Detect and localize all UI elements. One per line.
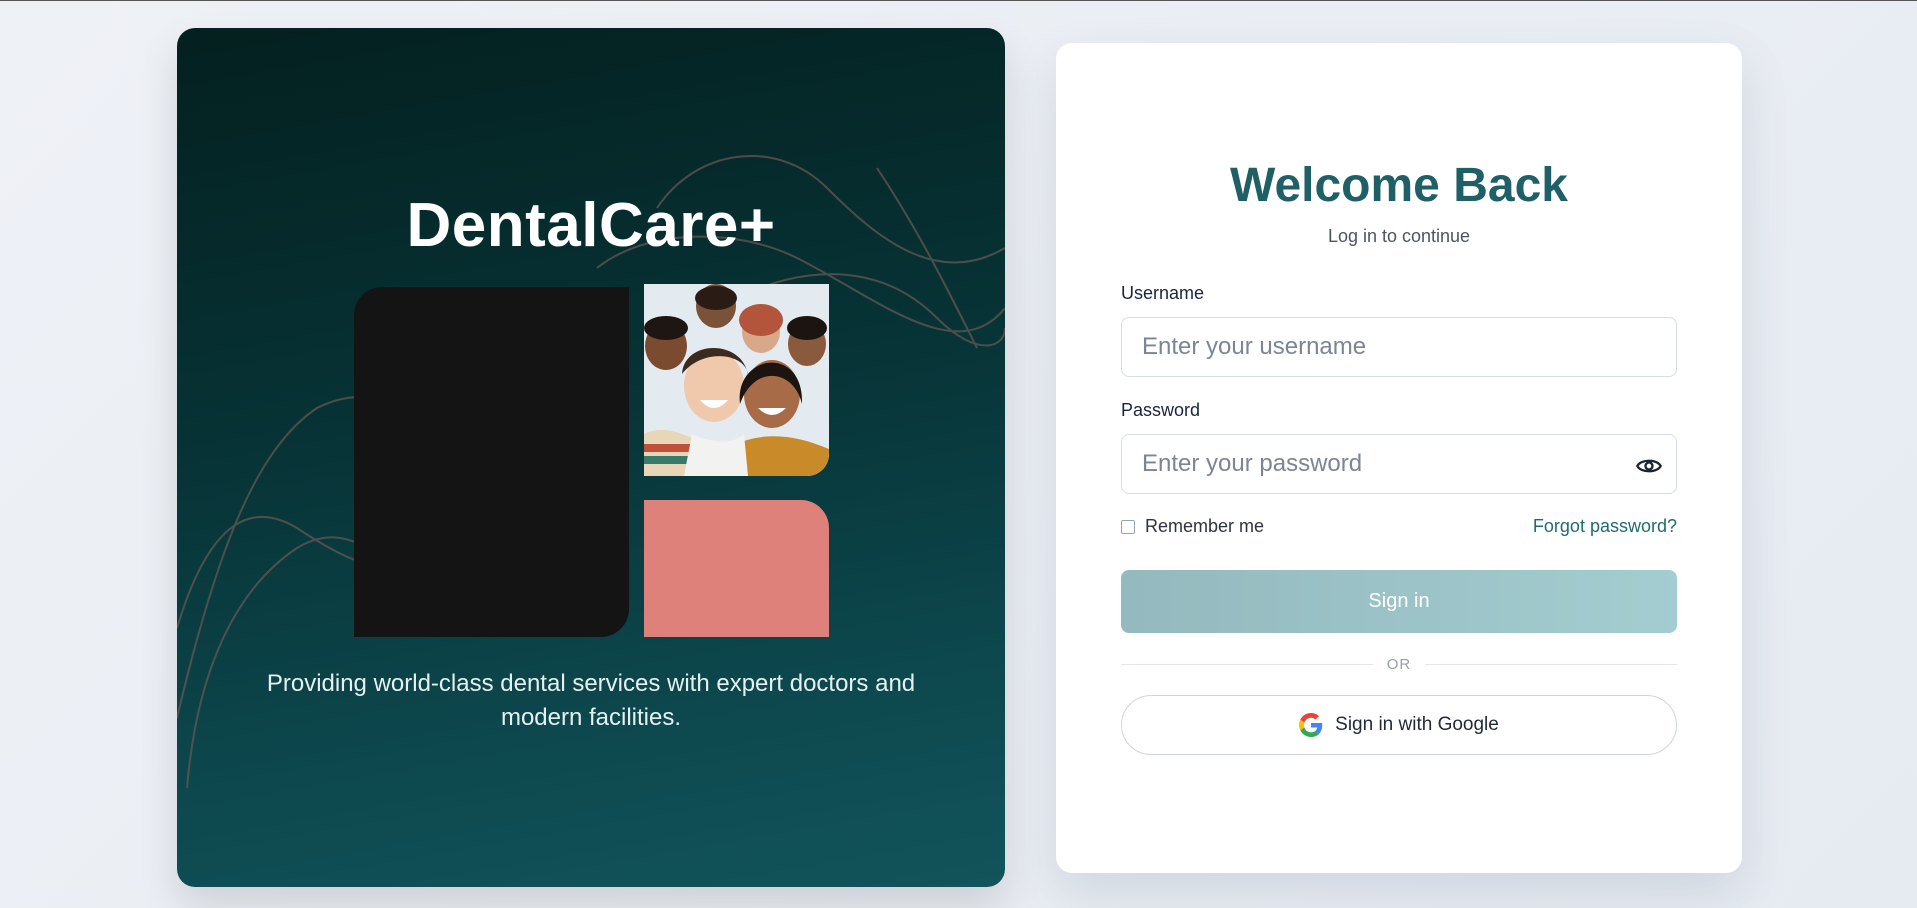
divider-label: OR bbox=[1386, 655, 1412, 673]
group-photo-illustration bbox=[644, 284, 829, 476]
sign-in-button[interactable]: Sign in bbox=[1121, 570, 1677, 633]
google-sign-in-button[interactable]: Sign in with Google bbox=[1121, 695, 1677, 755]
username-input[interactable] bbox=[1121, 317, 1677, 377]
username-label: Username bbox=[1121, 283, 1205, 303]
hero-panel: DentalCare+ Providing world-class dental… bbox=[177, 28, 1005, 887]
google-icon bbox=[1299, 713, 1323, 737]
forgot-password-link[interactable]: Forgot password? bbox=[1533, 516, 1677, 537]
hero-tagline: Providing world-class dental services wi… bbox=[266, 670, 916, 731]
checkbox-box[interactable] bbox=[1121, 519, 1135, 534]
login-subtitle: Log in to continue bbox=[1327, 226, 1471, 246]
login-title: Welcome Back bbox=[1230, 159, 1568, 212]
password-input[interactable] bbox=[1121, 434, 1677, 494]
eye-icon[interactable] bbox=[1635, 452, 1663, 480]
brand-title: DentalCare+ bbox=[406, 191, 776, 260]
remember-me-label: Remember me bbox=[1145, 516, 1265, 536]
divider-line-right bbox=[1425, 663, 1677, 665]
login-card: Welcome Back Log in to continue Username… bbox=[1056, 43, 1742, 873]
password-label: Password bbox=[1121, 400, 1201, 420]
dark-image-tile bbox=[354, 287, 629, 637]
group-photo bbox=[644, 284, 829, 476]
or-divider: OR bbox=[1121, 654, 1677, 674]
divider-line-left bbox=[1121, 663, 1373, 665]
coral-tile bbox=[644, 500, 829, 637]
google-sign-in-label: Sign in with Google bbox=[1335, 714, 1499, 735]
remember-me-checkbox[interactable]: Remember me bbox=[1121, 516, 1264, 537]
